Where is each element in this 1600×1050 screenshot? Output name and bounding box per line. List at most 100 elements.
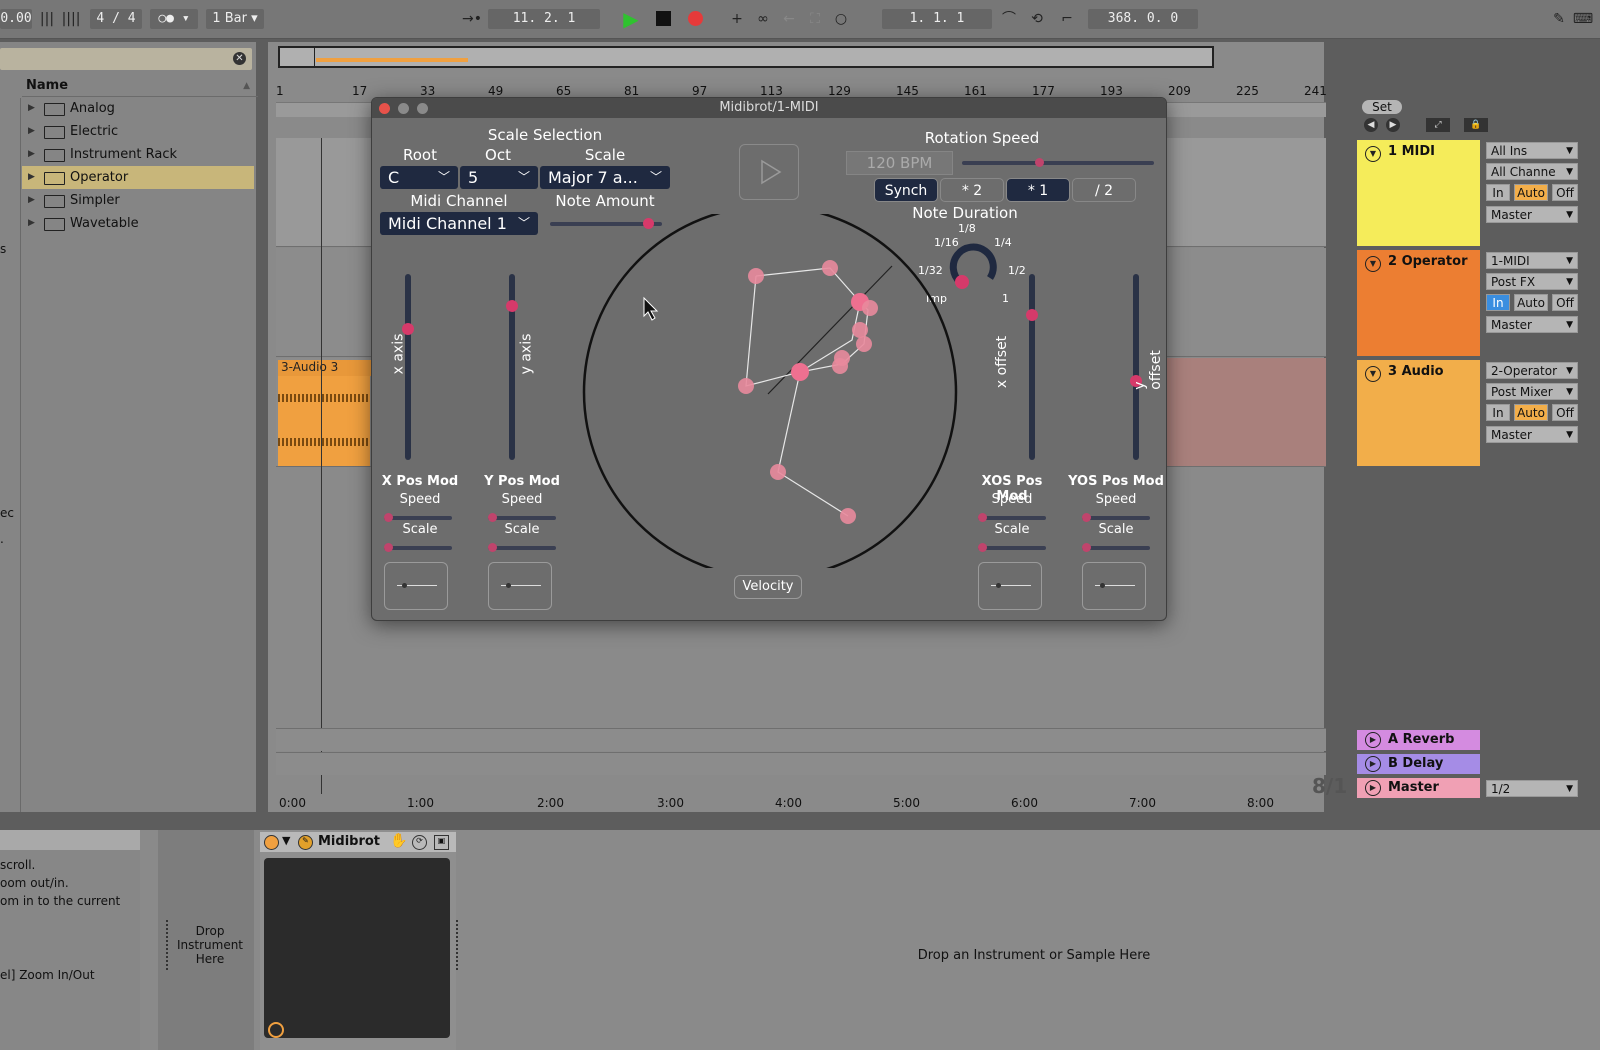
xos-mod-shape-button[interactable]: [978, 562, 1042, 610]
time-ruler[interactable]: 0:00 1:00 2:00 3:00 4:00 5:00 6:00 7:00 …: [276, 796, 1326, 812]
sort-icon[interactable]: ▲: [243, 76, 250, 96]
monitor-in-button[interactable]: In: [1486, 184, 1510, 201]
edit-icon[interactable]: ✎: [298, 835, 313, 850]
x-mod-shape-button[interactable]: [384, 562, 448, 610]
loop-start[interactable]: 1. 1. 1: [882, 9, 992, 29]
scale-select[interactable]: Major 7 a... ﹀: [540, 166, 670, 189]
browser-item-electric[interactable]: ▶ Electric: [22, 120, 254, 143]
expand-icon[interactable]: ▶: [28, 189, 35, 212]
draw-mode-icon[interactable]: ✎: [1548, 9, 1570, 29]
track-play-icon[interactable]: ▶: [1365, 756, 1381, 772]
settings-icon[interactable]: ⟳: [412, 835, 427, 850]
monitor-in-button[interactable]: In: [1486, 404, 1510, 421]
x-mod-speed-slider[interactable]: [384, 513, 452, 522]
master-output-select[interactable]: 1/2 ▼: [1486, 780, 1578, 797]
rotation-speed-slider[interactable]: [962, 158, 1154, 167]
slider-handle[interactable]: [978, 513, 987, 522]
set-button[interactable]: Set: [1362, 100, 1402, 114]
monitor-auto-button[interactable]: Auto: [1514, 404, 1548, 421]
minimize-window-icon[interactable]: [398, 103, 409, 114]
audio-clip-tail[interactable]: [1166, 358, 1326, 466]
input-channel-select[interactable]: All Channe ▼: [1486, 163, 1578, 180]
expand-icon[interactable]: ⤢: [1426, 118, 1450, 132]
yos-mod-speed-slider[interactable]: [1082, 513, 1150, 522]
slider-handle[interactable]: [1082, 513, 1091, 522]
monitor-off-button[interactable]: Off: [1552, 294, 1578, 311]
rate-synch-button[interactable]: Synch: [874, 178, 938, 202]
record-icon[interactable]: [684, 9, 706, 29]
track-play-icon[interactable]: ▶: [1365, 732, 1381, 748]
computer-keyboard-icon[interactable]: ⌨: [1572, 9, 1594, 29]
monitor-auto-button[interactable]: Auto: [1514, 294, 1548, 311]
oct-select[interactable]: 5 ﹀: [460, 166, 538, 189]
monitor-in-button[interactable]: In: [1486, 294, 1510, 311]
follow-icon[interactable]: →•: [458, 9, 486, 29]
expand-icon[interactable]: ▶: [28, 143, 35, 166]
collapse-icon[interactable]: ▼: [282, 834, 290, 847]
y-axis-slider[interactable]: [506, 274, 518, 460]
device-on-icon[interactable]: [264, 835, 279, 850]
browser-item-operator[interactable]: ▶ Operator: [22, 166, 254, 189]
y-mod-speed-slider[interactable]: [488, 513, 556, 522]
x-offset-slider[interactable]: [1026, 274, 1038, 460]
browser-item-analog[interactable]: ▶ Analog: [22, 97, 254, 120]
tap-tempo-icon[interactable]: |||: [36, 9, 58, 29]
midibrot-device[interactable]: ▼ ✎ Midibrot ✋ ⟳ ▣: [260, 830, 456, 1050]
play-toggle-button[interactable]: [739, 144, 799, 200]
session-record-icon[interactable]: ○: [830, 9, 852, 29]
instrument-drop-area[interactable]: Drop an Instrument or Sample Here: [468, 830, 1600, 1050]
slider-handle[interactable]: [384, 543, 393, 552]
slider-handle[interactable]: [488, 543, 497, 552]
device-divider-grip[interactable]: [456, 920, 468, 970]
monitor-auto-button[interactable]: Auto: [1514, 184, 1548, 201]
track-fold-icon[interactable]: ▼: [1365, 366, 1381, 382]
monitor-off-button[interactable]: Off: [1552, 404, 1578, 421]
return-track-b-delay[interactable]: ▶ B Delay: [1357, 754, 1480, 774]
y-axis-handle[interactable]: [506, 300, 518, 313]
xos-mod-scale-slider[interactable]: [978, 543, 1046, 552]
output-select[interactable]: Master ▼: [1486, 426, 1578, 443]
midi-channel-select[interactable]: Midi Channel 1 ﹀: [380, 212, 538, 235]
x-mod-scale-slider[interactable]: [384, 543, 452, 552]
track-play-icon[interactable]: ▶: [1365, 780, 1381, 796]
output-select[interactable]: Master ▼: [1486, 206, 1578, 223]
slider-handle[interactable]: [488, 513, 497, 522]
track-fold-icon[interactable]: ▼: [1365, 256, 1381, 272]
xos-mod-speed-slider[interactable]: [978, 513, 1046, 522]
browser-item-wavetable[interactable]: ▶ Wavetable: [22, 212, 254, 235]
close-window-icon[interactable]: [379, 103, 390, 114]
arrangement-position[interactable]: 11. 2. 1: [488, 9, 600, 29]
yos-mod-shape-button[interactable]: [1082, 562, 1146, 610]
play-icon[interactable]: ▶: [620, 9, 642, 29]
overdub-icon[interactable]: +: [726, 9, 748, 29]
punch-out-icon[interactable]: ⌐: [1056, 9, 1078, 29]
loop-length[interactable]: 368. 0. 0: [1088, 9, 1198, 29]
hand-icon[interactable]: ✋: [390, 833, 407, 849]
velocity-button[interactable]: Velocity: [734, 575, 802, 599]
return-lane-b[interactable]: [276, 752, 1326, 775]
slider-handle[interactable]: [1082, 543, 1091, 552]
overview-strip[interactable]: [278, 46, 1214, 68]
input-channel-select[interactable]: Post Mixer ▼: [1486, 383, 1578, 400]
clear-search-icon[interactable]: ✕: [233, 52, 246, 65]
punch-in-icon[interactable]: ⌒: [998, 9, 1020, 29]
return-lane-a[interactable]: [276, 728, 1326, 751]
track-fold-icon[interactable]: ▼: [1365, 146, 1381, 162]
automation-arm-icon[interactable]: ∞: [752, 9, 774, 29]
time-signature[interactable]: 4 / 4: [90, 9, 142, 29]
root-select[interactable]: C ﹀: [380, 166, 458, 189]
expand-icon[interactable]: ▶: [28, 212, 35, 235]
metronome-button[interactable]: ○● ▾: [150, 9, 198, 29]
rate-times-1-button[interactable]: * 1: [1006, 178, 1070, 202]
back-to-arrangement-icon[interactable]: ←: [778, 9, 800, 29]
expand-icon[interactable]: ▶: [28, 97, 35, 120]
yos-mod-scale-slider[interactable]: [1082, 543, 1150, 552]
stop-icon[interactable]: [652, 9, 674, 29]
loop-switch-icon[interactable]: ⟲: [1026, 9, 1048, 29]
rotation-speed-handle[interactable]: [1035, 158, 1045, 167]
capture-icon[interactable]: ⛶: [804, 9, 826, 29]
slider-handle[interactable]: [978, 543, 987, 552]
rate-times-2-button[interactable]: * 2: [940, 178, 1004, 202]
slider-handle[interactable]: [384, 513, 393, 522]
lock-icon[interactable]: 🔒: [1464, 118, 1488, 132]
